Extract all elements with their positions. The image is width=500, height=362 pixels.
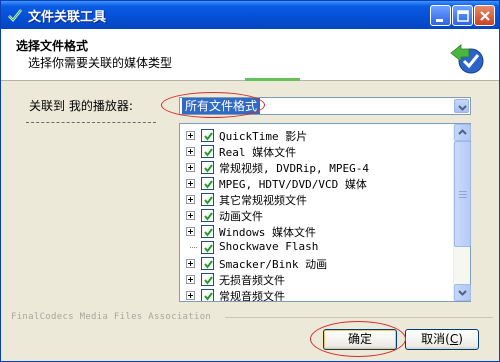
item-checkbox[interactable] (201, 161, 214, 174)
dialog-header: 选择文件格式 选择你需要关联的媒体类型 (1, 29, 499, 81)
tree-item[interactable]: Windows 媒体文件 (180, 223, 450, 239)
tree-item-label: 其它常规视频文件 (219, 194, 307, 207)
expand-icon[interactable] (186, 227, 195, 236)
scroll-thumb[interactable] (454, 141, 471, 247)
minimize-button[interactable] (430, 5, 451, 26)
item-checkbox[interactable] (201, 209, 214, 222)
scroll-up-button[interactable] (454, 124, 471, 141)
tree-item-label: MPEG, HDTV/DVD/VCD 媒体 (219, 178, 367, 191)
tree-item-label: Windows 媒体文件 (219, 226, 316, 239)
dashed-separator (26, 122, 156, 123)
tree-item[interactable]: QuickTime 影片 (180, 127, 450, 143)
item-checkbox[interactable] (201, 289, 214, 301)
app-icon (8, 9, 22, 22)
file-association-dialog: 文件关联工具 选择文件格式 选择你需要关联的媒体类型 关联到 我的播放器: 所有… (0, 0, 500, 362)
tree-item[interactable]: Shockwave Flash (180, 239, 450, 255)
vertical-scrollbar[interactable] (453, 124, 471, 301)
checkmark-icon (204, 260, 213, 269)
expand-icon[interactable] (186, 291, 195, 300)
close-button[interactable] (474, 5, 495, 26)
expand-icon[interactable] (186, 259, 195, 268)
window-title: 文件关联工具 (28, 10, 107, 25)
tree-item-label: 动画文件 (219, 210, 263, 223)
checkmark-icon (204, 132, 213, 141)
tree-item-label: Shockwave Flash (219, 240, 319, 253)
tree-item[interactable]: 常规音频文件 (180, 287, 450, 302)
tree-item-label: 常规音频文件 (219, 290, 285, 302)
tree-item[interactable]: Real 媒体文件 (180, 143, 450, 159)
checkmark-icon (204, 292, 213, 301)
footer-brand: FinalCodecs Media Files Association (11, 312, 212, 322)
tree-item-label: Real 媒体文件 (219, 146, 297, 159)
tree-item-label: 常规视频, DVDRip, MPEG-4 (219, 162, 369, 175)
checkmark-icon (204, 196, 213, 205)
item-checkbox[interactable] (201, 225, 214, 238)
checkmark-icon (204, 228, 213, 237)
grip-line (459, 191, 467, 192)
expand-icon[interactable] (186, 195, 195, 204)
tree-item[interactable]: MPEG, HDTV/DVD/VCD 媒体 (180, 175, 450, 191)
association-check-icon (450, 44, 484, 74)
tree-item[interactable]: 动画文件 (180, 207, 450, 223)
item-checkbox[interactable] (201, 129, 214, 142)
close-icon (480, 11, 490, 21)
cancel-label: 取消 (421, 332, 446, 346)
footer-divider (225, 317, 493, 318)
grip-line (459, 194, 467, 195)
cancel-accelerator: C (449, 332, 459, 346)
item-checkbox[interactable] (201, 257, 214, 270)
minimize-icon (436, 19, 443, 22)
checkmark-icon (204, 148, 213, 157)
tree-item[interactable]: 无损音频文件 (180, 271, 450, 287)
chevron-up-icon (458, 129, 467, 135)
item-checkbox[interactable] (201, 177, 214, 190)
checkmark-icon (204, 212, 213, 221)
item-checkbox[interactable] (201, 193, 214, 206)
checkmark-icon (204, 244, 213, 253)
title-bar[interactable]: 文件关联工具 (1, 1, 499, 29)
tree-connector (190, 247, 197, 248)
tree-item[interactable]: 常规视频, DVDRip, MPEG-4 (180, 159, 450, 175)
header-subtitle: 选择你需要关联的媒体类型 (28, 56, 173, 70)
expand-icon[interactable] (186, 275, 195, 284)
tree-item-label: QuickTime 影片 (219, 130, 308, 143)
tree-item-label: 无损音频文件 (219, 274, 285, 287)
tree-item[interactable]: 其它常规视频文件 (180, 191, 450, 207)
highlight-annotation (161, 92, 265, 118)
expand-icon[interactable] (186, 147, 195, 156)
tree-item[interactable]: Smacker/Bink 动画 (180, 255, 450, 271)
header-title: 选择文件格式 (16, 39, 89, 53)
maximize-icon (457, 10, 469, 22)
checkmark-icon (204, 180, 213, 189)
tree-item-label: Smacker/Bink 动画 (219, 258, 328, 271)
expand-icon[interactable] (186, 163, 195, 172)
maximize-button[interactable] (452, 5, 473, 26)
item-checkbox[interactable] (201, 241, 214, 254)
checkmark-icon (204, 276, 213, 285)
expand-icon[interactable] (186, 179, 195, 188)
link-to-player-label: 关联到 我的播放器: (29, 99, 133, 113)
scroll-down-button[interactable] (454, 284, 471, 301)
expand-icon[interactable] (186, 131, 195, 140)
dropdown-button[interactable] (454, 99, 469, 113)
progress-accent (245, 78, 300, 81)
chevron-down-icon (458, 105, 467, 111)
item-checkbox[interactable] (201, 273, 214, 286)
grip-line (459, 197, 467, 198)
item-checkbox[interactable] (201, 145, 214, 158)
expand-icon[interactable] (186, 211, 195, 220)
cancel-button[interactable]: 取消(C) (405, 329, 479, 350)
chevron-down-icon (458, 290, 467, 296)
checkmark-icon (204, 164, 213, 173)
file-type-tree[interactable]: QuickTime 影片 Real 媒体文件常规视频, DVDRip, MPEG-… (179, 123, 471, 302)
highlight-annotation (310, 321, 406, 357)
